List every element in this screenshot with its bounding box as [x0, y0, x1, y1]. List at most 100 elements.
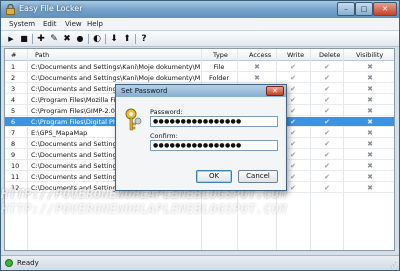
window-title: Easy File Locker	[19, 4, 83, 13]
visibility-mark-icon[interactable]: ✖	[365, 162, 375, 170]
delete-mark-icon[interactable]: ✔	[322, 151, 332, 159]
delete-mark-icon[interactable]: ✔	[322, 184, 332, 192]
write-mark-icon[interactable]: ✔	[288, 162, 298, 170]
visibility-mark-icon[interactable]: ✖	[365, 107, 375, 115]
cancel-button[interactable]: Cancel	[238, 170, 278, 183]
delete-mark-icon[interactable]: ✔	[322, 173, 332, 181]
delete-mark-icon[interactable]: ✔	[322, 107, 332, 115]
lock-icon[interactable]: ●	[74, 33, 86, 45]
access-mark-icon[interactable]: ✖	[252, 63, 262, 71]
delete-mark-icon[interactable]: ✔	[322, 140, 332, 148]
visibility-mark-icon[interactable]: ✖	[365, 184, 375, 192]
close-button[interactable]: ✕	[373, 2, 397, 16]
status-text: Ready	[17, 259, 39, 267]
edit-icon[interactable]: ✎	[48, 33, 60, 45]
table-row[interactable]: 1 C:\Documents and Settings\Kani\Moje dok…	[5, 62, 394, 72]
visibility-mark-icon[interactable]: ✖	[365, 96, 375, 104]
key-icon	[125, 108, 142, 131]
title-bar[interactable]: Easy File Locker – □ ✕	[1, 1, 399, 18]
password-label: Password:	[150, 108, 183, 116]
row-number: 4	[11, 96, 16, 104]
visibility-mark-icon[interactable]: ✖	[365, 63, 375, 71]
confirm-password-field[interactable]: ●●●●●●●●●●●●●●●●	[150, 140, 278, 151]
access-mark-icon[interactable]: ✖	[252, 74, 262, 82]
column-header-path[interactable]: Path	[35, 51, 49, 59]
stop-icon[interactable]: ■	[18, 33, 30, 45]
column-header-type[interactable]: Type	[213, 51, 228, 59]
delete-mark-icon[interactable]: ✔	[322, 162, 332, 170]
delete-mark-icon[interactable]: ✔	[322, 129, 332, 137]
column-header-write[interactable]: Write	[287, 51, 304, 59]
resize-grip-icon[interactable]: ⋰	[390, 261, 397, 269]
confirm-label: Confirm:	[150, 132, 178, 140]
write-mark-icon[interactable]: ✔	[288, 184, 298, 192]
write-mark-icon[interactable]: ✔	[288, 107, 298, 115]
dialog-title: Set Password	[121, 87, 168, 95]
row-type: File	[213, 63, 225, 71]
visibility-mark-icon[interactable]: ✖	[365, 85, 375, 93]
toolbar-separator	[105, 34, 106, 44]
row-type: Folder	[208, 74, 230, 82]
write-mark-icon[interactable]: ✔	[288, 74, 298, 82]
row-number: 7	[11, 129, 16, 137]
write-mark-icon[interactable]: ✔	[288, 129, 298, 137]
visibility-mark-icon[interactable]: ✖	[365, 173, 375, 181]
menu-system[interactable]: System	[9, 20, 35, 28]
visibility-mark-icon[interactable]: ✖	[365, 118, 375, 126]
menu-view[interactable]: View	[65, 20, 82, 28]
minimize-button[interactable]: –	[337, 2, 355, 16]
column-header-access[interactable]: Access	[249, 51, 271, 59]
menu-help[interactable]: Help	[87, 20, 103, 28]
dialog-title-bar[interactable]: Set Password ✕	[116, 85, 286, 97]
table-row[interactable]: 2 C:\Documents and Settings\Kani\Moje dok…	[5, 73, 394, 83]
delete-mark-icon[interactable]: ✔	[322, 63, 332, 71]
dialog-body: Password: ●●●●●●●●●●●●●●●● Confirm: ●●●●…	[118, 98, 284, 190]
column-headers: # Path Type Access Write Delete Visibili…	[5, 49, 394, 61]
write-mark-icon[interactable]: ✔	[288, 173, 298, 181]
row-number: 10	[11, 162, 20, 170]
write-mark-icon[interactable]: ✔	[288, 63, 298, 71]
row-path: C:\Documents and Settings\Kani\Moje doku…	[31, 63, 201, 71]
toggle-icon[interactable]: ◐	[91, 33, 103, 45]
row-number: 9	[11, 151, 16, 159]
write-mark-icon[interactable]: ✔	[288, 151, 298, 159]
status-ok-icon	[5, 259, 13, 267]
toolbar: ▶ ■ ✚ ✎ ✖ ● ◐ ⬇ ⬆ ?	[1, 31, 399, 47]
write-mark-icon[interactable]: ✔	[288, 118, 298, 126]
write-mark-icon[interactable]: ✔	[288, 85, 298, 93]
delete-mark-icon[interactable]: ✔	[322, 96, 332, 104]
dialog-close-button[interactable]: ✕	[266, 86, 284, 96]
move-down-icon[interactable]: ⬇	[108, 33, 120, 45]
row-path: C:\Documents and Settings\Kani\Moje doku…	[31, 74, 201, 82]
remove-icon[interactable]: ✖	[61, 33, 73, 45]
toolbar-separator	[32, 34, 33, 44]
ok-button[interactable]: OK	[196, 170, 232, 183]
move-up-icon[interactable]: ⬆	[121, 33, 133, 45]
write-mark-icon[interactable]: ✔	[288, 96, 298, 104]
column-header-visibility[interactable]: Visibility	[356, 51, 383, 59]
row-number: 3	[11, 85, 16, 93]
play-icon[interactable]: ▶	[5, 33, 17, 45]
row-number: 5	[11, 107, 16, 115]
visibility-mark-icon[interactable]: ✖	[365, 74, 375, 82]
column-header-number[interactable]: #	[11, 51, 16, 59]
toolbar-separator	[135, 34, 136, 44]
help-icon[interactable]: ?	[138, 33, 150, 45]
menu-edit[interactable]: Edit	[43, 20, 57, 28]
row-number: 2	[11, 74, 16, 82]
watermark-line-2: HTTP://POVERONEWOHLAPLENEBLOGSPOT.COM	[1, 202, 287, 216]
write-mark-icon[interactable]: ✔	[288, 140, 298, 148]
delete-mark-icon[interactable]: ✔	[322, 74, 332, 82]
visibility-mark-icon[interactable]: ✖	[365, 140, 375, 148]
visibility-mark-icon[interactable]: ✖	[365, 129, 375, 137]
row-number: 1	[11, 63, 16, 71]
column-header-delete[interactable]: Delete	[319, 51, 340, 59]
delete-mark-icon[interactable]: ✔	[322, 85, 332, 93]
maximize-button[interactable]: □	[355, 2, 373, 16]
visibility-mark-icon[interactable]: ✖	[365, 151, 375, 159]
status-bar: Ready ⋰	[1, 255, 399, 270]
password-field[interactable]: ●●●●●●●●●●●●●●●●	[150, 116, 278, 127]
delete-mark-icon[interactable]: ✔	[322, 118, 332, 126]
row-number: 6	[11, 118, 16, 126]
add-icon[interactable]: ✚	[35, 33, 47, 45]
